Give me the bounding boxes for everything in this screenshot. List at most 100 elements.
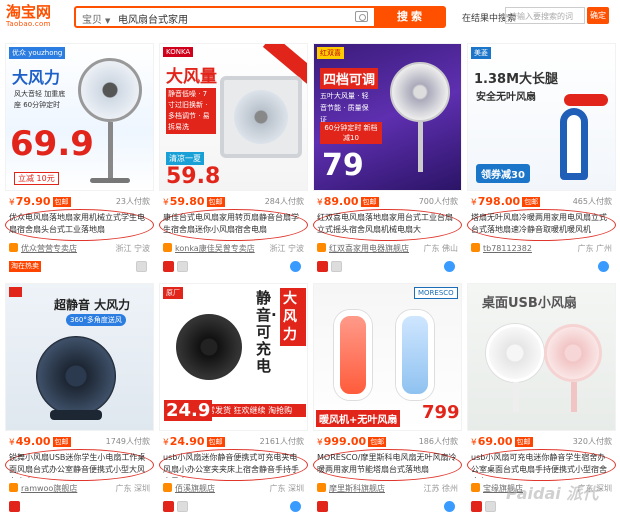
product-image[interactable]: 优众 youzhong 大风力 风大音轻 加重底座 60分钟定时 69.9 立减… [5,43,154,191]
tmall-icon[interactable] [471,501,482,512]
service-icon[interactable] [177,501,188,512]
chevron-down-icon: ▼ [105,17,111,25]
fan-illustration [78,58,142,122]
info-icon[interactable] [290,261,301,272]
shop-name[interactable]: konka康佳吴曾专卖店 [175,244,255,253]
location: 广东 佛山 [423,244,458,253]
shop-name[interactable]: ramwoo旗舰店 [21,484,77,493]
product-image[interactable]: 超静音 大风力 360°多角度送风 [5,283,154,431]
promo-features: 静音低噪 · 7寸过旧换新 · 多档调节 · 易拆易洗 [166,88,216,134]
shop-name[interactable]: 摩里斯科旗舰店 [329,484,385,493]
service-icon[interactable] [136,261,147,272]
tmall-icon[interactable] [317,501,328,512]
shop-name[interactable]: 优众营营专卖店 [21,244,77,253]
fan-base [50,410,102,420]
product-image[interactable]: KONKA 大风量 静音低噪 · 7寸过旧换新 · 多档调节 · 易拆易洗 清凉… [159,43,308,191]
service-icon[interactable] [485,501,496,512]
product-card[interactable]: 超静音 大风力 360°多角度送风 ¥49.00 包邮 1749人付款 锐舞小风扇U… [5,283,154,519]
product-card[interactable]: 原厂 静音·可充电 大风力 正常发货 狂欢继续 淘抢购 24.9 ¥24.90 包… [159,283,308,519]
logo-text: 淘宝网 [6,3,52,21]
header: 淘宝网 Taobao.com 宝贝 ▼ 电风扇台式家用 搜索 在结果中搜索 请输入… [0,0,620,36]
search-scope-select[interactable]: 宝贝 ▼ [82,11,110,26]
brand-tag: KONKA [163,47,194,57]
product-card[interactable]: 红双喜 四档可调 五叶大风量 · 轻音节能 · 质量保证 60分钟定时 新档减1… [313,43,462,279]
fan-stand [571,382,577,412]
paid-count: 320人付款 [572,437,612,446]
shop-icon [471,243,480,252]
price-row: ¥798.00 包邮 465人付款 [471,195,612,208]
service-icons [9,501,150,513]
free-shipping-badge: 包邮 [52,197,71,207]
free-shipping-badge: 包邮 [514,437,533,447]
paid-count: 284人付款 [264,197,304,206]
service-icons [163,501,304,513]
fan-illustration [390,62,450,122]
confirm-button[interactable]: 确定 [587,7,609,24]
tower-fan-cool [396,310,434,400]
brand-tag: 美菱 [471,47,491,59]
info-icon[interactable] [290,501,301,512]
product-image[interactable]: 红双喜 四档可调 五叶大风量 · 轻音节能 · 质量保证 60分钟定时 新档减1… [313,43,462,191]
shop-icon [317,483,326,492]
promo-features: 安全无叶风扇 [476,92,536,103]
service-icons: 淘在热卖 [9,261,150,273]
tmall-icon[interactable] [163,501,174,512]
product-card[interactable]: 美菱 1.38M大长腿 安全无叶风扇 领券减30 ¥798.00 包邮 465人付款… [467,43,616,279]
tmall-icon[interactable] [9,501,20,512]
product-title[interactable]: 优众电风扇落地扇家用机械立式学生电扇宿舍扇头台式工业落地扇 [9,212,150,238]
product-image[interactable]: MORESCO 暖风机+无叶风扇 799 [313,283,462,431]
product-image[interactable]: 桌面USB小风扇 [467,283,616,431]
camera-icon[interactable] [355,11,368,22]
promo-price: 799 [422,402,460,423]
product-card[interactable]: KONKA 大风量 静音低噪 · 7寸过旧换新 · 多档调节 · 易拆易洗 清凉… [159,43,308,279]
search-button[interactable]: 搜索 [376,6,446,28]
info-icon[interactable] [444,261,455,272]
service-icons [317,501,458,513]
promo-headline: 四档可调 [320,68,379,89]
info-icon[interactable] [598,261,609,272]
promo-features: 360°多角度送风 [66,314,126,326]
product-title[interactable]: 锐舞小风扇USB迷你学生小电扇工作桌面风扇台式办公室静音便携式小型大风力电扇 [9,452,150,478]
shop-row: 优众营营专卖店 浙江 宁波 [9,243,150,255]
price-row: ¥49.00 包邮 1749人付款 [9,435,150,448]
product-card[interactable]: 优众 youzhong 大风力 风大音轻 加重底座 60分钟定时 69.9 立减… [5,43,154,279]
search-input[interactable]: 电风扇台式家用 [118,11,188,26]
price: 79.90 [15,195,51,208]
product-image[interactable]: 原厂 静音·可充电 大风力 正常发货 狂欢继续 淘抢购 24.9 [159,283,308,431]
shop-row: 摩里斯科旗舰店 江苏 徐州 [317,483,458,495]
product-title[interactable]: 塔扇无叶风扇冷暖两用家用电风扇立式台式落地扇速冷静音取暖机暖风机 [471,212,612,238]
free-shipping-badge: 包邮 [52,437,71,447]
search-box[interactable]: 宝贝 ▼ 电风扇台式家用 [74,6,376,28]
tmall-icon[interactable] [317,261,328,272]
service-icons [163,261,304,273]
taobao-logo[interactable]: 淘宝网 Taobao.com [6,4,51,29]
service-icon[interactable] [331,261,342,272]
shop-icon [317,243,326,252]
product-title[interactable]: 康佳台式电风扇家用转页扇静音台扇学生宿舍扇迷你小风扇宿舍电扇 [163,212,304,238]
shop-name[interactable]: 佰溪旗舰店 [175,484,215,493]
shop-icon [9,243,18,252]
product-title[interactable]: usb小风扇可充电迷你静音学生宿舍办公室桌面台式电扇手持便携式小型宿舍床上 [471,452,612,478]
price-row: ¥69.00 包邮 320人付款 [471,435,612,448]
info-icon[interactable] [444,501,455,512]
product-image[interactable]: 美菱 1.38M大长腿 安全无叶风扇 领券减30 [467,43,616,191]
tmall-icon[interactable] [163,261,174,272]
heat-mode-tag [564,94,608,106]
in-results-input[interactable]: 请输入要搜索的词 [505,7,585,24]
shop-name[interactable]: 红双喜家用电器旗舰店 [329,244,409,253]
service-icon[interactable] [177,261,188,272]
brand-tag: 原厂 [163,287,183,299]
promo-price: 59.8 [166,164,221,189]
paid-count: 23人付款 [115,197,150,206]
logo-subtext: Taobao.com [6,20,51,28]
product-title[interactable]: 红双喜电风扇落地扇家用台式工业台扇立式摇头宿舍风扇机械电扇大 [317,212,458,238]
price: 999.00 [323,435,367,448]
search-scope-label: 宝贝 [82,15,102,26]
location: 江苏 徐州 [423,484,458,493]
shop-name[interactable]: tb78112382 [483,244,532,253]
clip-fan-illustration [176,314,242,380]
product-card[interactable]: MORESCO 暖风机+无叶风扇 799 ¥999.00 包邮 186人付款 MOR… [313,283,462,519]
product-title[interactable]: usb小风扇迷你静音便携式可充电夹电风扇小办公室夹夹床上宿舍静音手持手电风扇 [163,452,304,478]
product-title[interactable]: MORESCO/摩里斯科电风扇无叶风扇冷暖两用家用节能塔扇台式落地扇 [317,452,458,478]
promo-coupon: 领券减30 [476,164,530,183]
